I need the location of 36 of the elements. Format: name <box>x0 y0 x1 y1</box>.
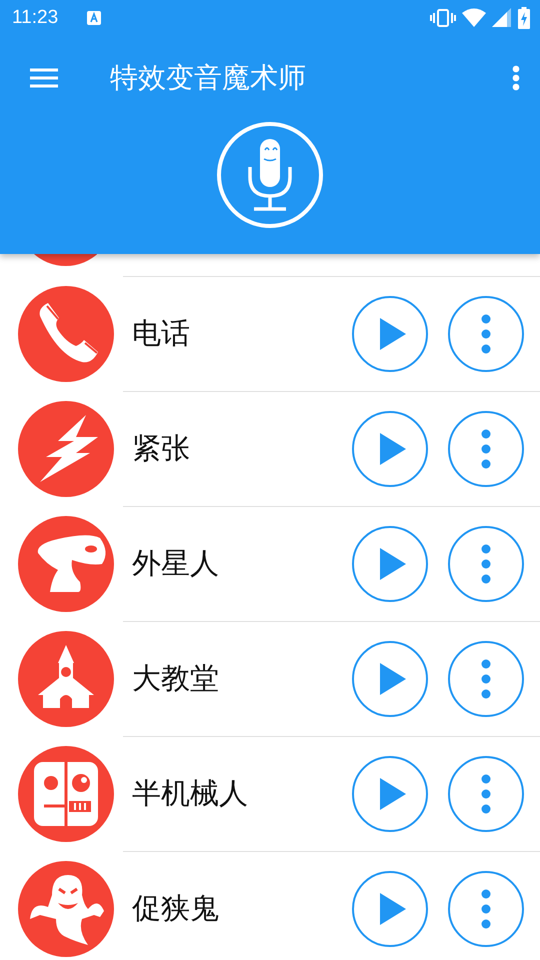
play-icon <box>380 548 406 580</box>
effect-name: 促狭鬼 <box>132 890 220 927</box>
phone-icon <box>18 286 114 382</box>
microphone-icon <box>248 139 292 211</box>
play-icon <box>380 778 406 810</box>
effect-name: 外星人 <box>132 545 220 582</box>
effect-avatar <box>34 254 98 266</box>
ghost-icon <box>18 861 114 957</box>
app-title: 特效变音魔术师 <box>110 60 307 96</box>
effect-name: 电话 <box>132 315 191 352</box>
effect-name: 大教堂 <box>132 660 220 697</box>
more-icon <box>481 889 491 929</box>
status-time: 11:23 <box>12 7 58 29</box>
notification-icon <box>86 10 102 26</box>
play-icon <box>380 893 406 925</box>
more-icon <box>481 774 491 814</box>
record-button[interactable] <box>217 122 323 228</box>
battery-icon <box>518 7 530 29</box>
wifi-icon <box>462 8 486 28</box>
more-icon <box>481 659 491 699</box>
play-icon <box>380 433 406 465</box>
more-icon <box>512 65 520 91</box>
church-icon <box>18 631 114 727</box>
robot-icon <box>18 746 114 842</box>
bolt-icon <box>18 401 114 497</box>
effect-name: 紧张 <box>132 430 191 467</box>
more-icon <box>481 314 491 354</box>
vibrate-icon <box>430 8 456 28</box>
more-icon <box>481 544 491 584</box>
play-icon <box>380 318 406 350</box>
alien-icon <box>18 516 114 612</box>
effect-name: 半机械人 <box>132 775 249 812</box>
signal-icon <box>492 8 512 28</box>
play-icon <box>380 663 406 695</box>
more-icon <box>481 429 491 469</box>
menu-icon <box>30 68 58 88</box>
